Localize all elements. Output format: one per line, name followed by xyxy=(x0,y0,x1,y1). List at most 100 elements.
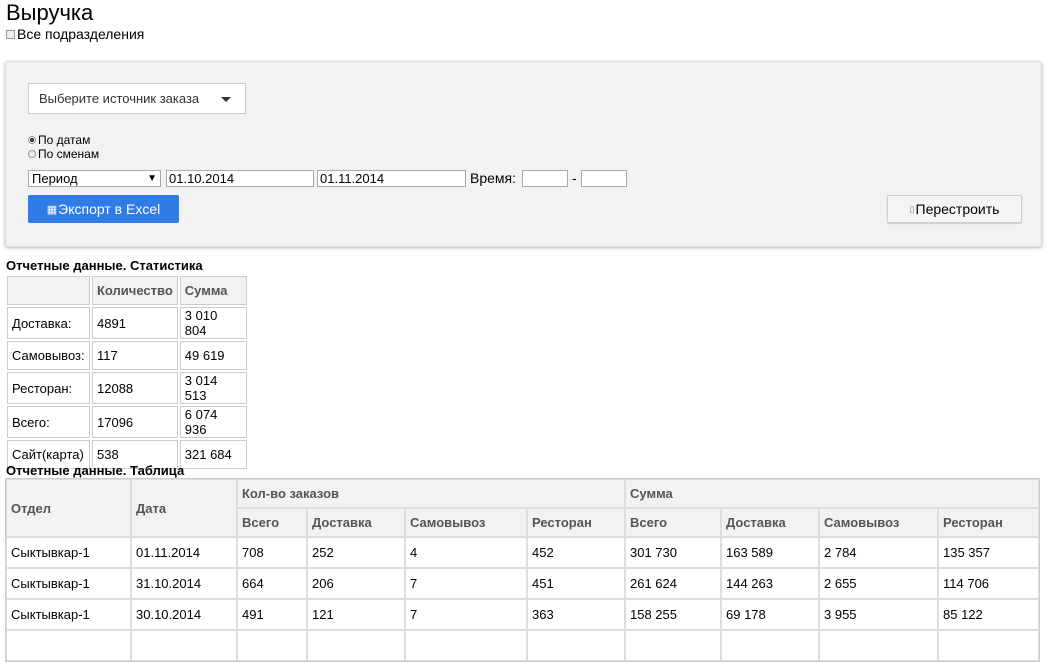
table-cell: 261 624 xyxy=(625,568,721,599)
subheader-cell: Доставка xyxy=(307,508,405,537)
date-from-input[interactable]: 01.10.2014 xyxy=(166,170,314,187)
table-row xyxy=(6,630,1039,661)
subheader-cell: Самовывоз xyxy=(819,508,938,537)
select-arrow-icon: ▼ xyxy=(147,173,157,184)
table-cell: Сыктывкар-1 xyxy=(6,537,131,568)
table-cell: 451 xyxy=(527,568,625,599)
table-row: Сыктывкар-1 01.11.2014 708 252 4 452 301… xyxy=(6,537,1039,568)
table-cell: 363 xyxy=(527,599,625,630)
table-cell xyxy=(307,630,405,661)
table-cell: 7 xyxy=(405,599,527,630)
stats-cell: 4891 xyxy=(92,307,178,339)
table-cell: 69 178 xyxy=(721,599,819,630)
subheader-cell: Всего xyxy=(237,508,307,537)
table-cell: 01.11.2014 xyxy=(131,537,237,568)
excel-icon: ▦ xyxy=(46,203,58,216)
table-cell: 114 706 xyxy=(938,568,1039,599)
stats-row: Самовывоз: 117 49 619 xyxy=(7,341,247,370)
stats-cell: Ресторан: xyxy=(7,372,90,404)
period-select[interactable]: Период ▼ xyxy=(28,170,161,187)
stats-cell: 17096 xyxy=(92,406,178,438)
stats-row: Ресторан: 12088 3 014 513 xyxy=(7,372,247,404)
table-cell: 30.10.2014 xyxy=(131,599,237,630)
table-section-title: Отчетные данные. Таблица xyxy=(6,463,185,478)
table-cell: 158 255 xyxy=(625,599,721,630)
stats-cell: Самовывоз: xyxy=(7,341,90,370)
rebuild-icon: ▯ xyxy=(909,203,915,214)
stats-cell: 3 010 804 xyxy=(179,307,247,339)
stats-header-row: Количество Сумма xyxy=(7,276,247,305)
table-cell: 252 xyxy=(307,537,405,568)
stats-cell: 117 xyxy=(92,341,178,370)
table-cell: 2 655 xyxy=(819,568,938,599)
export-excel-label: Экспорт в Excel xyxy=(58,201,161,217)
stats-header-cell xyxy=(7,276,90,305)
rebuild-button[interactable]: ▯ Перестроить xyxy=(887,195,1022,223)
stats-cell: 49 619 xyxy=(179,341,247,370)
table-cell: 301 730 xyxy=(625,537,721,568)
table-cell xyxy=(6,630,131,661)
table-cell: 144 263 xyxy=(721,568,819,599)
table-cell: 163 589 xyxy=(721,537,819,568)
report-table: Отдел Дата Кол-во заказов Сумма Всего До… xyxy=(5,478,1040,662)
radio-by-dates[interactable]: По датам xyxy=(28,133,90,147)
header-department: Отдел xyxy=(6,479,131,537)
time-from-input[interactable] xyxy=(522,170,568,187)
period-select-value: Период xyxy=(32,171,78,186)
table-cell xyxy=(237,630,307,661)
table-cell xyxy=(721,630,819,661)
stats-cell: Доставка: xyxy=(7,307,90,339)
all-departments-checkbox[interactable]: Все подразделения xyxy=(6,26,144,42)
time-to-input[interactable] xyxy=(581,170,627,187)
table-cell xyxy=(131,630,237,661)
table-cell: 121 xyxy=(307,599,405,630)
page-title: Выручка xyxy=(6,0,94,25)
stats-cell: 12088 xyxy=(92,372,178,404)
radio-shifts-label: По сменам xyxy=(38,147,100,161)
caret-down-icon xyxy=(221,97,231,102)
stats-cell: Всего: xyxy=(7,406,90,438)
table-cell: 7 xyxy=(405,568,527,599)
time-label: Время: xyxy=(470,170,517,186)
table-cell xyxy=(527,630,625,661)
table-cell: 31.10.2014 xyxy=(131,568,237,599)
table-row: Сыктывкар-1 30.10.2014 491 121 7 363 158… xyxy=(6,599,1039,630)
radio-checked-icon[interactable] xyxy=(28,136,36,144)
table-cell: 206 xyxy=(307,568,405,599)
table-cell: 708 xyxy=(237,537,307,568)
header-sum-group: Сумма xyxy=(625,479,1039,508)
header-date: Дата xyxy=(131,479,237,537)
table-cell: 135 357 xyxy=(938,537,1039,568)
filter-panel: Выберите источник заказа По датам По сме… xyxy=(5,61,1042,247)
order-source-label: Выберите источник заказа xyxy=(39,91,200,106)
table-cell: 452 xyxy=(527,537,625,568)
order-source-dropdown[interactable]: Выберите источник заказа xyxy=(28,83,246,114)
table-cell xyxy=(938,630,1039,661)
date-to-input[interactable]: 01.11.2014 xyxy=(317,170,466,187)
subheader-cell: Ресторан xyxy=(527,508,625,537)
stats-cell: 3 014 513 xyxy=(179,372,247,404)
table-cell: 4 xyxy=(405,537,527,568)
header-orders-group: Кол-во заказов xyxy=(237,479,625,508)
export-excel-button[interactable]: ▦ Экспорт в Excel xyxy=(28,195,179,223)
subheader-cell: Доставка xyxy=(721,508,819,537)
table-cell: 2 784 xyxy=(819,537,938,568)
table-cell xyxy=(625,630,721,661)
table-cell xyxy=(405,630,527,661)
radio-by-shifts[interactable]: По сменам xyxy=(28,147,99,161)
table-row: Сыктывкар-1 31.10.2014 664 206 7 451 261… xyxy=(6,568,1039,599)
stats-cell: 6 074 936 xyxy=(179,406,247,438)
stats-row: Доставка: 4891 3 010 804 xyxy=(7,307,247,339)
stats-section-title: Отчетные данные. Статистика xyxy=(6,258,203,273)
radio-dates-label: По датам xyxy=(38,133,91,147)
radio-unchecked-icon[interactable] xyxy=(28,150,36,158)
checkbox-box[interactable] xyxy=(6,29,15,39)
table-cell xyxy=(819,630,938,661)
subheader-cell: Всего xyxy=(625,508,721,537)
table-cell: 664 xyxy=(237,568,307,599)
table-header-row: Отдел Дата Кол-во заказов Сумма xyxy=(6,479,1039,537)
table-cell: Сыктывкар-1 xyxy=(6,568,131,599)
stats-row: Всего: 17096 6 074 936 xyxy=(7,406,247,438)
stats-table: Количество Сумма Доставка: 4891 3 010 80… xyxy=(5,274,249,471)
stats-cell: 321 684 xyxy=(179,440,247,469)
